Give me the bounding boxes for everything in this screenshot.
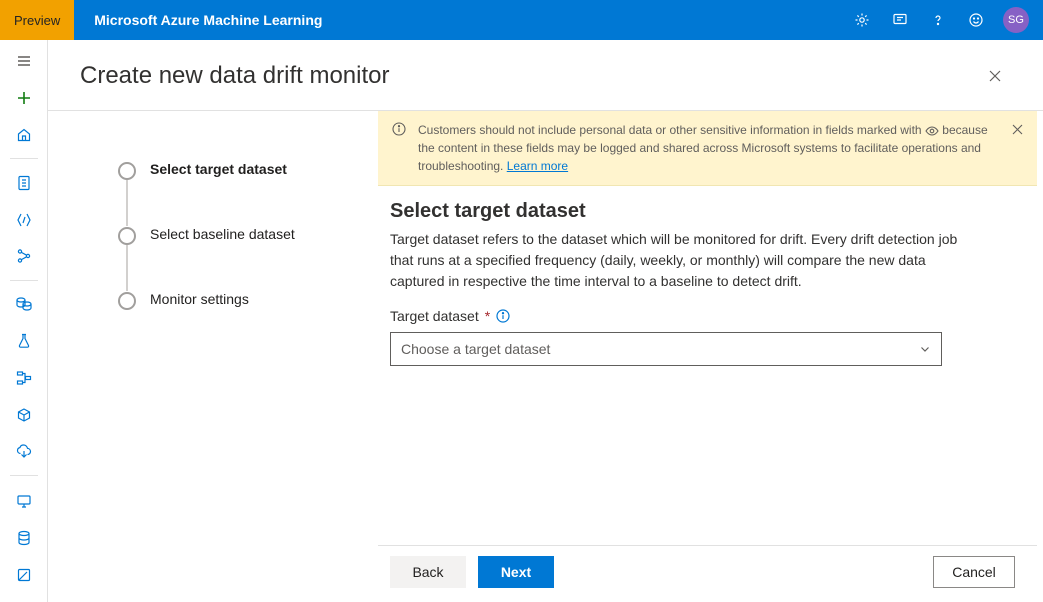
page-title: Create new data drift monitor [80, 62, 389, 90]
endpoints-icon[interactable] [4, 434, 44, 469]
section-description: Target dataset refers to the dataset whi… [390, 229, 980, 292]
step-baseline-dataset[interactable]: Select baseline dataset [118, 226, 358, 245]
smiley-icon[interactable] [959, 0, 993, 40]
models-icon[interactable] [4, 397, 44, 432]
main-panel: Create new data drift monitor Select tar… [48, 40, 1043, 602]
avatar[interactable]: SG [1003, 7, 1029, 33]
automl-icon[interactable] [4, 202, 44, 237]
step-target-dataset[interactable]: Select target dataset [118, 161, 358, 180]
step-connector [126, 180, 128, 226]
back-button[interactable]: Back [390, 556, 466, 588]
help-icon[interactable] [921, 0, 955, 40]
new-plus-icon[interactable] [4, 81, 44, 116]
preview-badge: Preview [0, 0, 74, 40]
target-dataset-select[interactable]: Choose a target dataset [390, 332, 942, 366]
select-placeholder: Choose a target dataset [401, 341, 550, 357]
close-icon[interactable] [979, 60, 1011, 92]
hamburger-icon[interactable] [4, 44, 44, 79]
settings-icon[interactable] [845, 0, 879, 40]
banner-text: Customers should not include personal da… [418, 123, 925, 137]
learn-more-link[interactable]: Learn more [507, 159, 568, 173]
wizard-footer: Back Next Cancel [378, 545, 1037, 602]
datasets-icon[interactable] [4, 287, 44, 322]
chevron-down-icon [919, 343, 931, 355]
topbar-actions: SG [845, 0, 1035, 40]
section-title: Select target dataset [390, 200, 1015, 223]
app-title: Microsoft Azure Machine Learning [94, 12, 322, 28]
datastores-icon[interactable] [4, 521, 44, 556]
compute-icon[interactable] [4, 484, 44, 519]
info-banner: Customers should not include personal da… [378, 111, 1037, 186]
step-indicator-icon [118, 292, 136, 310]
info-icon [392, 122, 406, 136]
next-button[interactable]: Next [478, 556, 554, 588]
step-label: Select baseline dataset [150, 226, 295, 242]
step-label: Select target dataset [150, 161, 287, 177]
banner-close-icon[interactable] [1007, 119, 1027, 139]
eye-icon [925, 126, 939, 136]
labeling-icon[interactable] [4, 557, 44, 592]
experiments-icon[interactable] [4, 324, 44, 359]
notebook-icon[interactable] [4, 165, 44, 200]
cancel-button[interactable]: Cancel [933, 556, 1015, 588]
step-label: Monitor settings [150, 291, 249, 307]
top-bar: Preview Microsoft Azure Machine Learning… [0, 0, 1043, 40]
designer-icon[interactable] [4, 239, 44, 274]
pipelines-icon[interactable] [4, 360, 44, 395]
required-asterisk: * [485, 308, 490, 324]
step-connector [126, 245, 128, 291]
form-area: Select target dataset Target dataset ref… [378, 186, 1037, 366]
step-monitor-settings[interactable]: Monitor settings [118, 291, 358, 310]
feedback-icon[interactable] [883, 0, 917, 40]
home-icon[interactable] [4, 118, 44, 153]
step-indicator-icon [118, 162, 136, 180]
info-icon[interactable] [496, 309, 510, 323]
field-label: Target dataset * [390, 308, 1015, 324]
wizard-stepper: Select target dataset Select baseline da… [48, 111, 378, 602]
step-indicator-icon [118, 227, 136, 245]
left-nav-rail [0, 40, 48, 602]
